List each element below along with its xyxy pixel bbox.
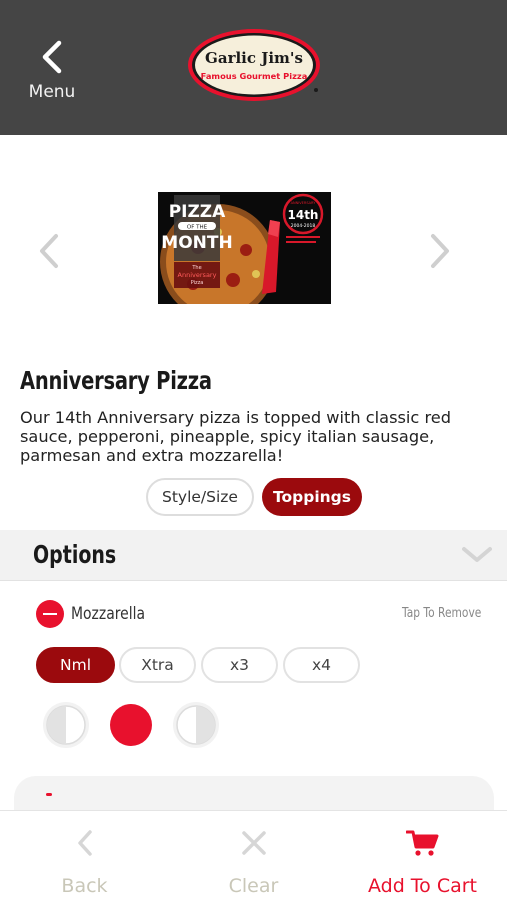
carousel-next-icon[interactable] bbox=[425, 231, 455, 271]
chevron-left-icon bbox=[77, 830, 92, 856]
promo-headline-of: OF THE bbox=[187, 225, 208, 231]
style-size-tab[interactable]: Style/Size bbox=[146, 478, 254, 516]
options-title: Options bbox=[33, 540, 117, 569]
product-title: Anniversary Pizza bbox=[20, 366, 212, 395]
carousel-prev-icon[interactable] bbox=[34, 231, 64, 271]
amount-option-extra[interactable]: Xtra bbox=[119, 647, 196, 683]
pizza-of-the-month-image: PIZZA OF THE MONTH The Anniversary Pizza… bbox=[158, 192, 331, 304]
left-half-icon[interactable] bbox=[42, 701, 90, 749]
options-section-header[interactable]: Options bbox=[0, 530, 507, 581]
promo-badge-top: ANNIVERSARY bbox=[291, 201, 317, 205]
logo-line1: Garlic Jim's bbox=[205, 49, 303, 67]
promo-sub-2: Anniversary bbox=[178, 271, 217, 279]
promo-headline-1: PIZZA bbox=[169, 202, 226, 222]
next-topping-indicator bbox=[46, 793, 52, 796]
topping-name: Mozzarella bbox=[71, 604, 146, 624]
image-carousel: PIZZA OF THE MONTH The Anniversary Pizza… bbox=[0, 136, 507, 366]
bottom-action-bar: Back Clear Add To Cart bbox=[0, 810, 507, 900]
promo-badge-num: 14th bbox=[288, 208, 319, 222]
close-icon bbox=[241, 831, 266, 855]
clear-label: Clear bbox=[228, 875, 279, 897]
promo-headline-2: MONTH bbox=[161, 233, 232, 253]
logo-line2: Famous Gourmet Pizza bbox=[201, 71, 308, 81]
menu-label: Menu bbox=[28, 82, 76, 102]
add-to-cart-button[interactable]: Add To Cart bbox=[338, 811, 507, 901]
menu-back-button[interactable]: Menu bbox=[22, 40, 82, 110]
toppings-tab[interactable]: Toppings bbox=[262, 478, 362, 516]
chevron-left-icon bbox=[42, 40, 62, 74]
chevron-down-icon bbox=[462, 547, 492, 562]
back-button[interactable]: Back bbox=[0, 811, 169, 901]
clear-button[interactable]: Clear bbox=[169, 811, 338, 901]
remove-topping-button[interactable] bbox=[36, 600, 64, 628]
back-label: Back bbox=[61, 875, 108, 897]
amount-option-normal[interactable]: Nml bbox=[36, 647, 115, 683]
cart-icon bbox=[405, 830, 438, 856]
amount-option-x4[interactable]: x4 bbox=[283, 647, 360, 683]
whole-pizza-icon[interactable] bbox=[107, 701, 155, 749]
right-half-icon[interactable] bbox=[172, 701, 220, 749]
promo-badge-years: 2004-2018 bbox=[291, 223, 316, 229]
app-header: Menu Garlic Jim's Famous Gourmet Pizza bbox=[0, 0, 507, 135]
tap-to-remove-hint: Tap To Remove bbox=[402, 606, 482, 621]
garlic-jims-logo: Garlic Jim's Famous Gourmet Pizza bbox=[188, 29, 320, 101]
amount-option-x3[interactable]: x3 bbox=[201, 647, 278, 683]
add-to-cart-label: Add To Cart bbox=[367, 875, 478, 897]
product-description: Our 14th Anniversary pizza is topped wit… bbox=[20, 408, 452, 465]
promo-sub-3: Pizza bbox=[191, 280, 204, 286]
